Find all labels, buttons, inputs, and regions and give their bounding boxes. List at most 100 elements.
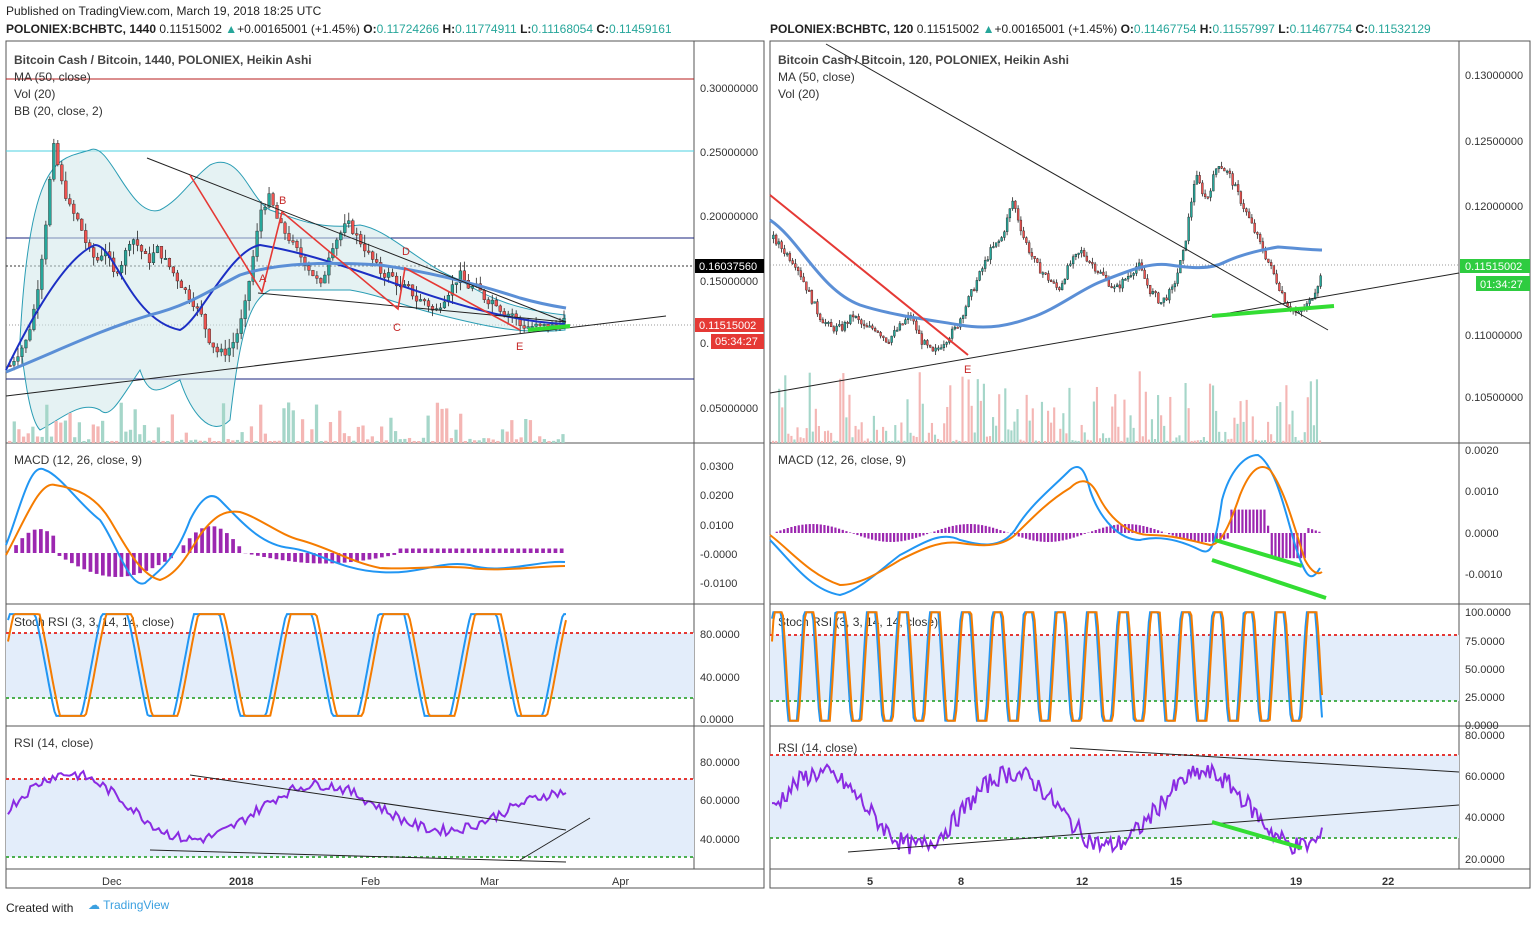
volume-bar	[1141, 436, 1144, 443]
candle-body	[60, 164, 64, 182]
volume-bar	[845, 417, 848, 443]
volume-bar	[319, 441, 323, 443]
candle-body	[510, 313, 514, 316]
volume-bar	[1251, 416, 1254, 443]
candle-body	[1093, 263, 1097, 272]
volume-bar	[778, 388, 781, 443]
candle-body	[68, 198, 72, 205]
left-time-mar: Mar	[480, 876, 499, 888]
volume-bar	[1245, 399, 1248, 443]
left-price-axis-stub: 0.	[700, 338, 709, 350]
candle-body	[873, 328, 877, 332]
right-chart[interactable]: E Bitcoin Cash / Bitcoin, 120, POLONIEX,…	[769, 40, 1531, 889]
tradingview-logo[interactable]: ☁ TradingView	[88, 898, 169, 912]
volume-bar	[259, 404, 263, 443]
macd-hist-bar	[231, 539, 235, 553]
candle-body	[486, 299, 490, 305]
candle-body	[470, 286, 474, 289]
candle-body	[1143, 269, 1146, 279]
volume-bar	[514, 439, 519, 443]
macd-hist-bar	[940, 528, 943, 533]
volume-bar	[912, 435, 915, 443]
candle-body	[219, 348, 223, 353]
volume-bar	[305, 440, 309, 443]
volume-bar	[1013, 421, 1016, 443]
candle-body	[20, 347, 24, 357]
candle-body	[807, 289, 811, 292]
candle-body	[64, 180, 68, 199]
candle-body	[1220, 166, 1223, 169]
macd-hist-bar	[1047, 533, 1050, 542]
macd-hist-bar	[82, 553, 87, 570]
candle-body	[542, 324, 546, 326]
volume-bar	[836, 440, 839, 443]
volume-bar	[940, 440, 943, 443]
candle-body	[179, 280, 183, 288]
macd-hist-bar	[852, 533, 855, 534]
macd-hist-bar	[144, 553, 149, 571]
candle-body	[796, 267, 800, 271]
charts-canvas[interactable]: A B C D E Bitcoin Cash / Bitcoin, 1440, …	[0, 0, 1536, 926]
macd-hist-bar	[812, 524, 815, 533]
candle-body	[857, 316, 860, 321]
candle-body	[829, 322, 833, 328]
candle-body	[1203, 193, 1207, 197]
macd-hist-bar	[959, 524, 962, 533]
candle-body	[48, 179, 52, 226]
macd-hist-bar	[373, 553, 378, 559]
candle-body	[375, 259, 379, 263]
candle-body	[1151, 291, 1155, 295]
left-legend-ma: MA (50, close)	[14, 70, 91, 84]
volume-bar	[119, 402, 123, 443]
candle-body	[920, 333, 924, 345]
volume-bar	[1117, 426, 1120, 443]
volume-bar	[217, 440, 221, 443]
left-chart[interactable]: A B C D E Bitcoin Cash / Bitcoin, 1440, …	[5, 40, 765, 889]
volume-bar	[1028, 420, 1031, 443]
volume-bar	[226, 439, 230, 443]
volume-bar	[1077, 440, 1080, 443]
candle-body	[422, 299, 427, 302]
macd-hist-bar	[1069, 533, 1072, 539]
left-price-tick-1: 0.30000000	[700, 83, 758, 95]
macd-hist-bar	[76, 553, 80, 567]
candle-body	[1187, 216, 1190, 242]
candle-body	[462, 270, 466, 281]
candle-body	[1223, 168, 1226, 172]
macd-hist-bar	[1021, 533, 1024, 538]
created-with: Created with	[6, 901, 74, 915]
candle-body	[538, 323, 542, 326]
candle-body	[1206, 196, 1210, 199]
right-time-8: 8	[958, 876, 964, 888]
volume-bar	[449, 438, 454, 443]
volume-bar	[1227, 439, 1230, 443]
volume-bar	[486, 438, 491, 443]
volume-bar	[170, 414, 175, 443]
volume-bar	[784, 375, 787, 443]
candle-body	[1209, 190, 1212, 198]
candle-body	[243, 300, 247, 319]
candle-body	[1146, 278, 1149, 286]
volume-bar	[398, 439, 402, 443]
candle-body	[1052, 281, 1056, 284]
volume-bar	[556, 439, 560, 443]
volume-bar	[63, 420, 68, 443]
candle-body	[950, 328, 954, 339]
volume-bar	[528, 420, 533, 443]
volume-bar	[431, 440, 435, 443]
volume-bar	[1043, 440, 1047, 443]
volume-bar	[282, 408, 286, 443]
volume-bar	[338, 410, 342, 443]
candle-body	[522, 325, 526, 329]
volume-bar	[1315, 379, 1319, 443]
volume-bar	[231, 440, 235, 443]
macd-hist-bar	[830, 526, 833, 533]
volume-bar	[814, 408, 817, 443]
candle-body	[1181, 250, 1185, 261]
left-macd-tick-5: -0.0100	[700, 578, 737, 590]
volume-bar	[1294, 436, 1297, 443]
macd-hist-bar	[1237, 509, 1240, 533]
right-time-12: 12	[1076, 876, 1088, 888]
volume-bar	[851, 437, 854, 443]
candle-body	[1025, 237, 1028, 243]
